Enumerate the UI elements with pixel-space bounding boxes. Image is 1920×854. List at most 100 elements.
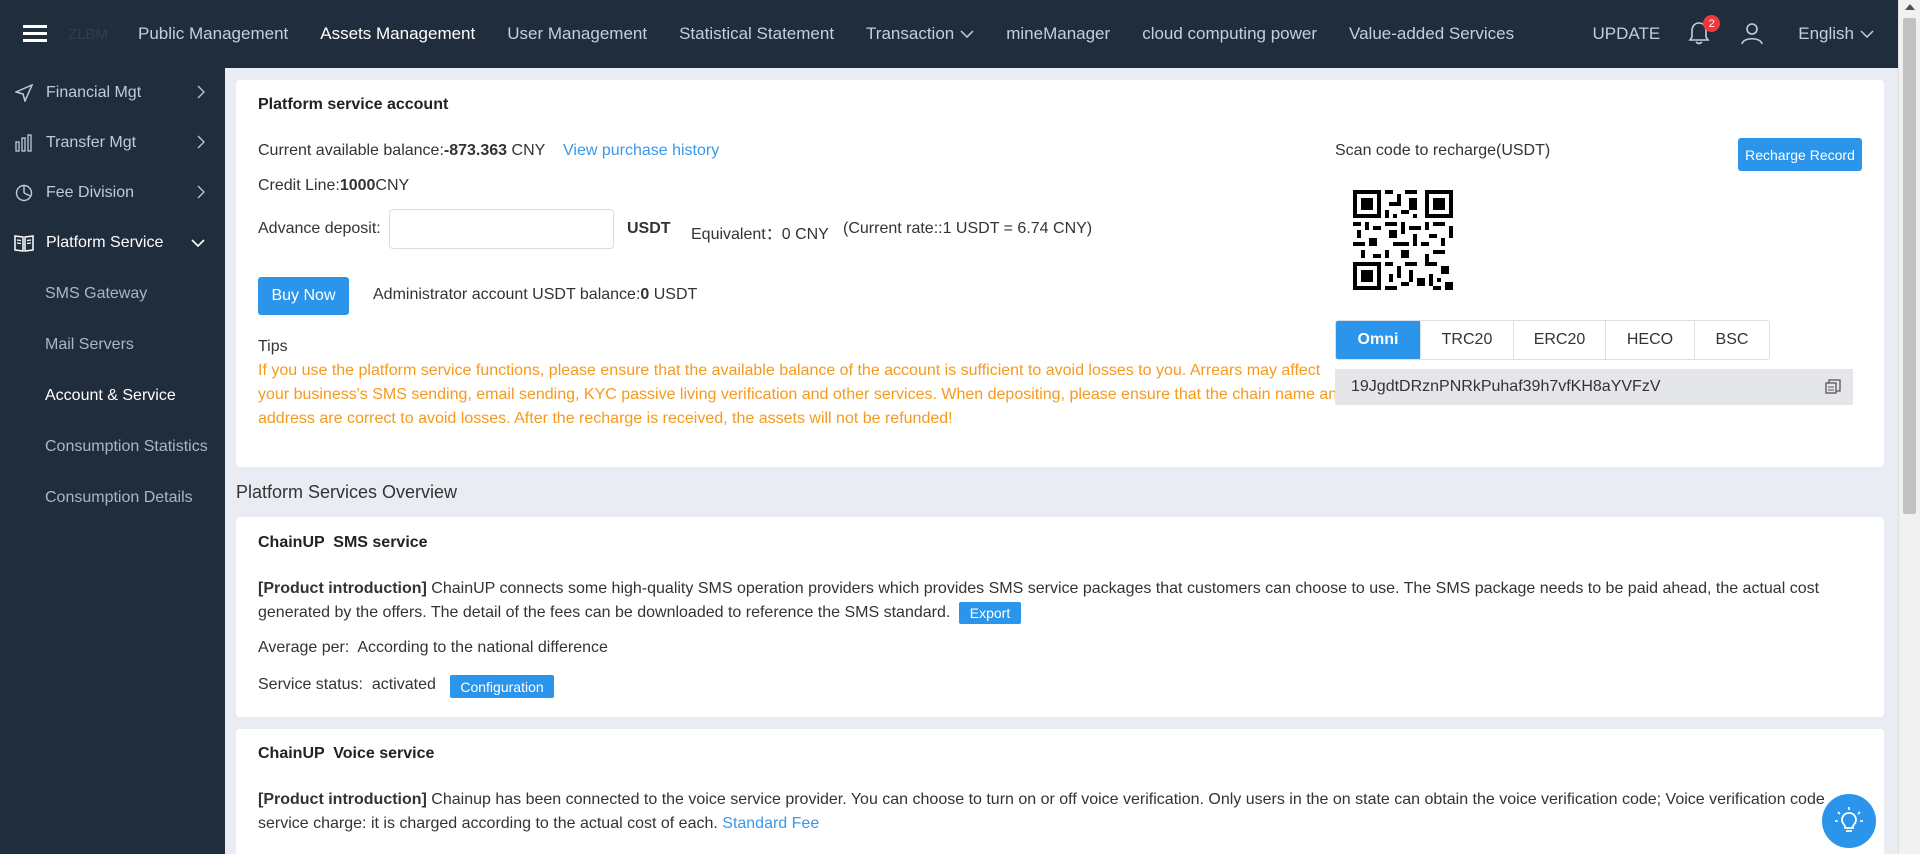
notification-badge: 2 <box>1703 15 1721 32</box>
current-rate: (Current rate::1 USDT = 6.74 CNY) <box>843 220 1093 237</box>
status-value: activated <box>371 676 436 693</box>
main-nav: Public Management Assets Management User… <box>122 0 1530 68</box>
nav-value-added-services[interactable]: Value-added Services <box>1349 24 1514 44</box>
recharge-address: 19JgdtDRznPNRkPuhaf39h7vfKH8aYVFzV <box>1351 378 1661 395</box>
language-selector[interactable]: English <box>1798 24 1874 44</box>
recharge-address-field[interactable]: 19JgdtDRznPNRkPuhaf39h7vfKH8aYVFzV <box>1335 369 1853 405</box>
credit-unit: CNY <box>375 177 410 194</box>
language-label: English <box>1798 24 1854 43</box>
tab-trc20[interactable]: TRC20 <box>1421 321 1514 359</box>
scroll-up-arrow-icon[interactable] <box>1905 4 1915 10</box>
nav-user-management[interactable]: User Management <box>507 24 647 44</box>
update-button[interactable]: UPDATE <box>1593 24 1661 44</box>
intro-text: Chainup has been connected to the voice … <box>258 791 1825 832</box>
admin-balance-unit: USDT <box>653 286 698 303</box>
chevron-down-icon <box>191 239 205 247</box>
nav-statistical-statement[interactable]: Statistical Statement <box>679 24 834 44</box>
deposit-currency: USDT <box>627 220 671 237</box>
chevron-down-icon <box>1860 30 1874 38</box>
card-title: Platform service account <box>258 96 449 113</box>
sidebar-item-sms-gateway[interactable]: SMS Gateway <box>0 268 225 319</box>
services-overview-title: Platform Services Overview <box>236 482 458 502</box>
sidebar-item-mail-servers[interactable]: Mail Servers <box>0 319 225 370</box>
credit-line: Credit Line:1000CNY <box>258 177 409 195</box>
status-label: Service status: <box>258 676 363 693</box>
sidebar-item-consumption-details[interactable]: Consumption Details <box>0 472 225 523</box>
admin-balance-label: Administrator account USDT balance: <box>373 286 641 303</box>
chevron-right-icon <box>197 135 205 149</box>
user-icon[interactable] <box>1740 21 1766 47</box>
nav-cloud-computing-power[interactable]: cloud computing power <box>1142 24 1317 44</box>
sidebar: Financial Mgt Transfer Mgt Fee Division … <box>0 68 225 854</box>
buy-now-button[interactable]: Buy Now <box>258 277 349 315</box>
view-purchase-history-link[interactable]: View purchase history <box>563 142 719 160</box>
sidebar-item-label: Transfer Mgt <box>46 134 137 151</box>
deposit-label: Advance deposit: <box>258 220 381 237</box>
pie-chart-icon <box>14 183 34 203</box>
sms-product-intro: [Product introduction] ChainUP connects … <box>258 577 1858 625</box>
advance-deposit-input[interactable] <box>389 209 614 249</box>
configuration-button[interactable]: Configuration <box>450 675 554 698</box>
average-label: Average per: <box>258 639 350 656</box>
sidebar-item-label: Financial Mgt <box>46 84 142 101</box>
qr-code <box>1353 190 1453 290</box>
intro-label: [Product introduction] <box>258 791 427 808</box>
nav-assets-management[interactable]: Assets Management <box>320 24 475 44</box>
tab-erc20[interactable]: ERC20 <box>1514 321 1606 359</box>
chevron-right-icon <box>197 85 205 99</box>
tab-heco[interactable]: HECO <box>1606 321 1695 359</box>
balance-value: -873.363 <box>443 142 508 159</box>
balance-unit: CNY <box>511 142 546 159</box>
intro-label: [Product introduction] <box>258 580 427 597</box>
sidebar-item-consumption-statistics[interactable]: Consumption Statistics <box>0 421 225 472</box>
hamburger-menu-icon[interactable] <box>0 0 70 68</box>
credit-label: Credit Line: <box>258 177 340 194</box>
top-navbar: ZLBM Public Management Assets Management… <box>0 0 1898 68</box>
scan-recharge-label: Scan code to recharge(USDT) <box>1335 142 1551 159</box>
sidebar-item-financial-mgt[interactable]: Financial Mgt <box>0 68 225 118</box>
chevron-right-icon <box>197 185 205 199</box>
tips-label: Tips <box>258 338 288 355</box>
sidebar-item-fee-division[interactable]: Fee Division <box>0 168 225 218</box>
logo: ZLBM <box>68 25 109 43</box>
recharge-record-button[interactable]: Recharge Record <box>1738 138 1862 171</box>
nav-transaction-label: Transaction <box>866 24 955 43</box>
scrollbar-thumb[interactable] <box>1903 18 1916 514</box>
credit-value: 1000 <box>339 177 376 194</box>
sidebar-item-label: Platform Service <box>46 234 164 251</box>
tab-bsc[interactable]: BSC <box>1695 321 1769 359</box>
nav-public-management[interactable]: Public Management <box>138 24 288 44</box>
nav-transaction[interactable]: Transaction <box>866 24 974 44</box>
voice-product-intro: [Product introduction] Chainup has been … <box>258 788 1858 836</box>
platform-service-account-card: Platform service account Current availab… <box>236 80 1884 467</box>
voice-service-card: ChainUP Voice service [Product introduct… <box>236 729 1884 854</box>
average-value: According to the national difference <box>357 639 608 656</box>
sidebar-item-platform-service[interactable]: Platform Service <box>0 218 225 268</box>
send-icon <box>14 83 34 103</box>
balance-label: Current available balance: <box>258 142 444 159</box>
sms-service-card: ChainUP SMS service [Product introductio… <box>236 517 1884 717</box>
lightbulb-icon <box>1835 807 1863 832</box>
standard-fee-link[interactable]: Standard Fee <box>722 815 819 832</box>
bar-chart-icon <box>14 133 34 153</box>
sidebar-item-account-service[interactable]: Account & Service <box>0 370 225 421</box>
balance-line: Current available balance:-873.363 CNY <box>258 142 545 160</box>
sidebar-item-transfer-mgt[interactable]: Transfer Mgt <box>0 118 225 168</box>
tab-omni[interactable]: Omni <box>1336 321 1421 359</box>
nav-mine-manager[interactable]: mineManager <box>1006 24 1110 44</box>
voice-service-title: ChainUP Voice service <box>258 745 435 762</box>
status-line: Service status: activated <box>258 676 436 694</box>
chevron-down-icon <box>960 30 974 38</box>
intro-text: ChainUP connects some high-quality SMS o… <box>258 580 1820 621</box>
average-line: Average per: According to the national d… <box>258 639 608 657</box>
help-button[interactable] <box>1822 794 1876 848</box>
tips-warning-text: If you use the platform service function… <box>258 362 1347 427</box>
sidebar-item-label: Fee Division <box>46 184 135 201</box>
copy-icon[interactable] <box>1825 379 1841 395</box>
book-icon <box>14 233 34 253</box>
notification-bell[interactable]: 2 <box>1688 15 1721 47</box>
export-button[interactable]: Export <box>958 601 1022 624</box>
vertical-scrollbar[interactable] <box>1898 0 1920 854</box>
chain-tabs: Omni TRC20 ERC20 HECO BSC <box>1335 320 1770 360</box>
equivalent-value: Equivalent：0 CNY <box>691 226 829 243</box>
